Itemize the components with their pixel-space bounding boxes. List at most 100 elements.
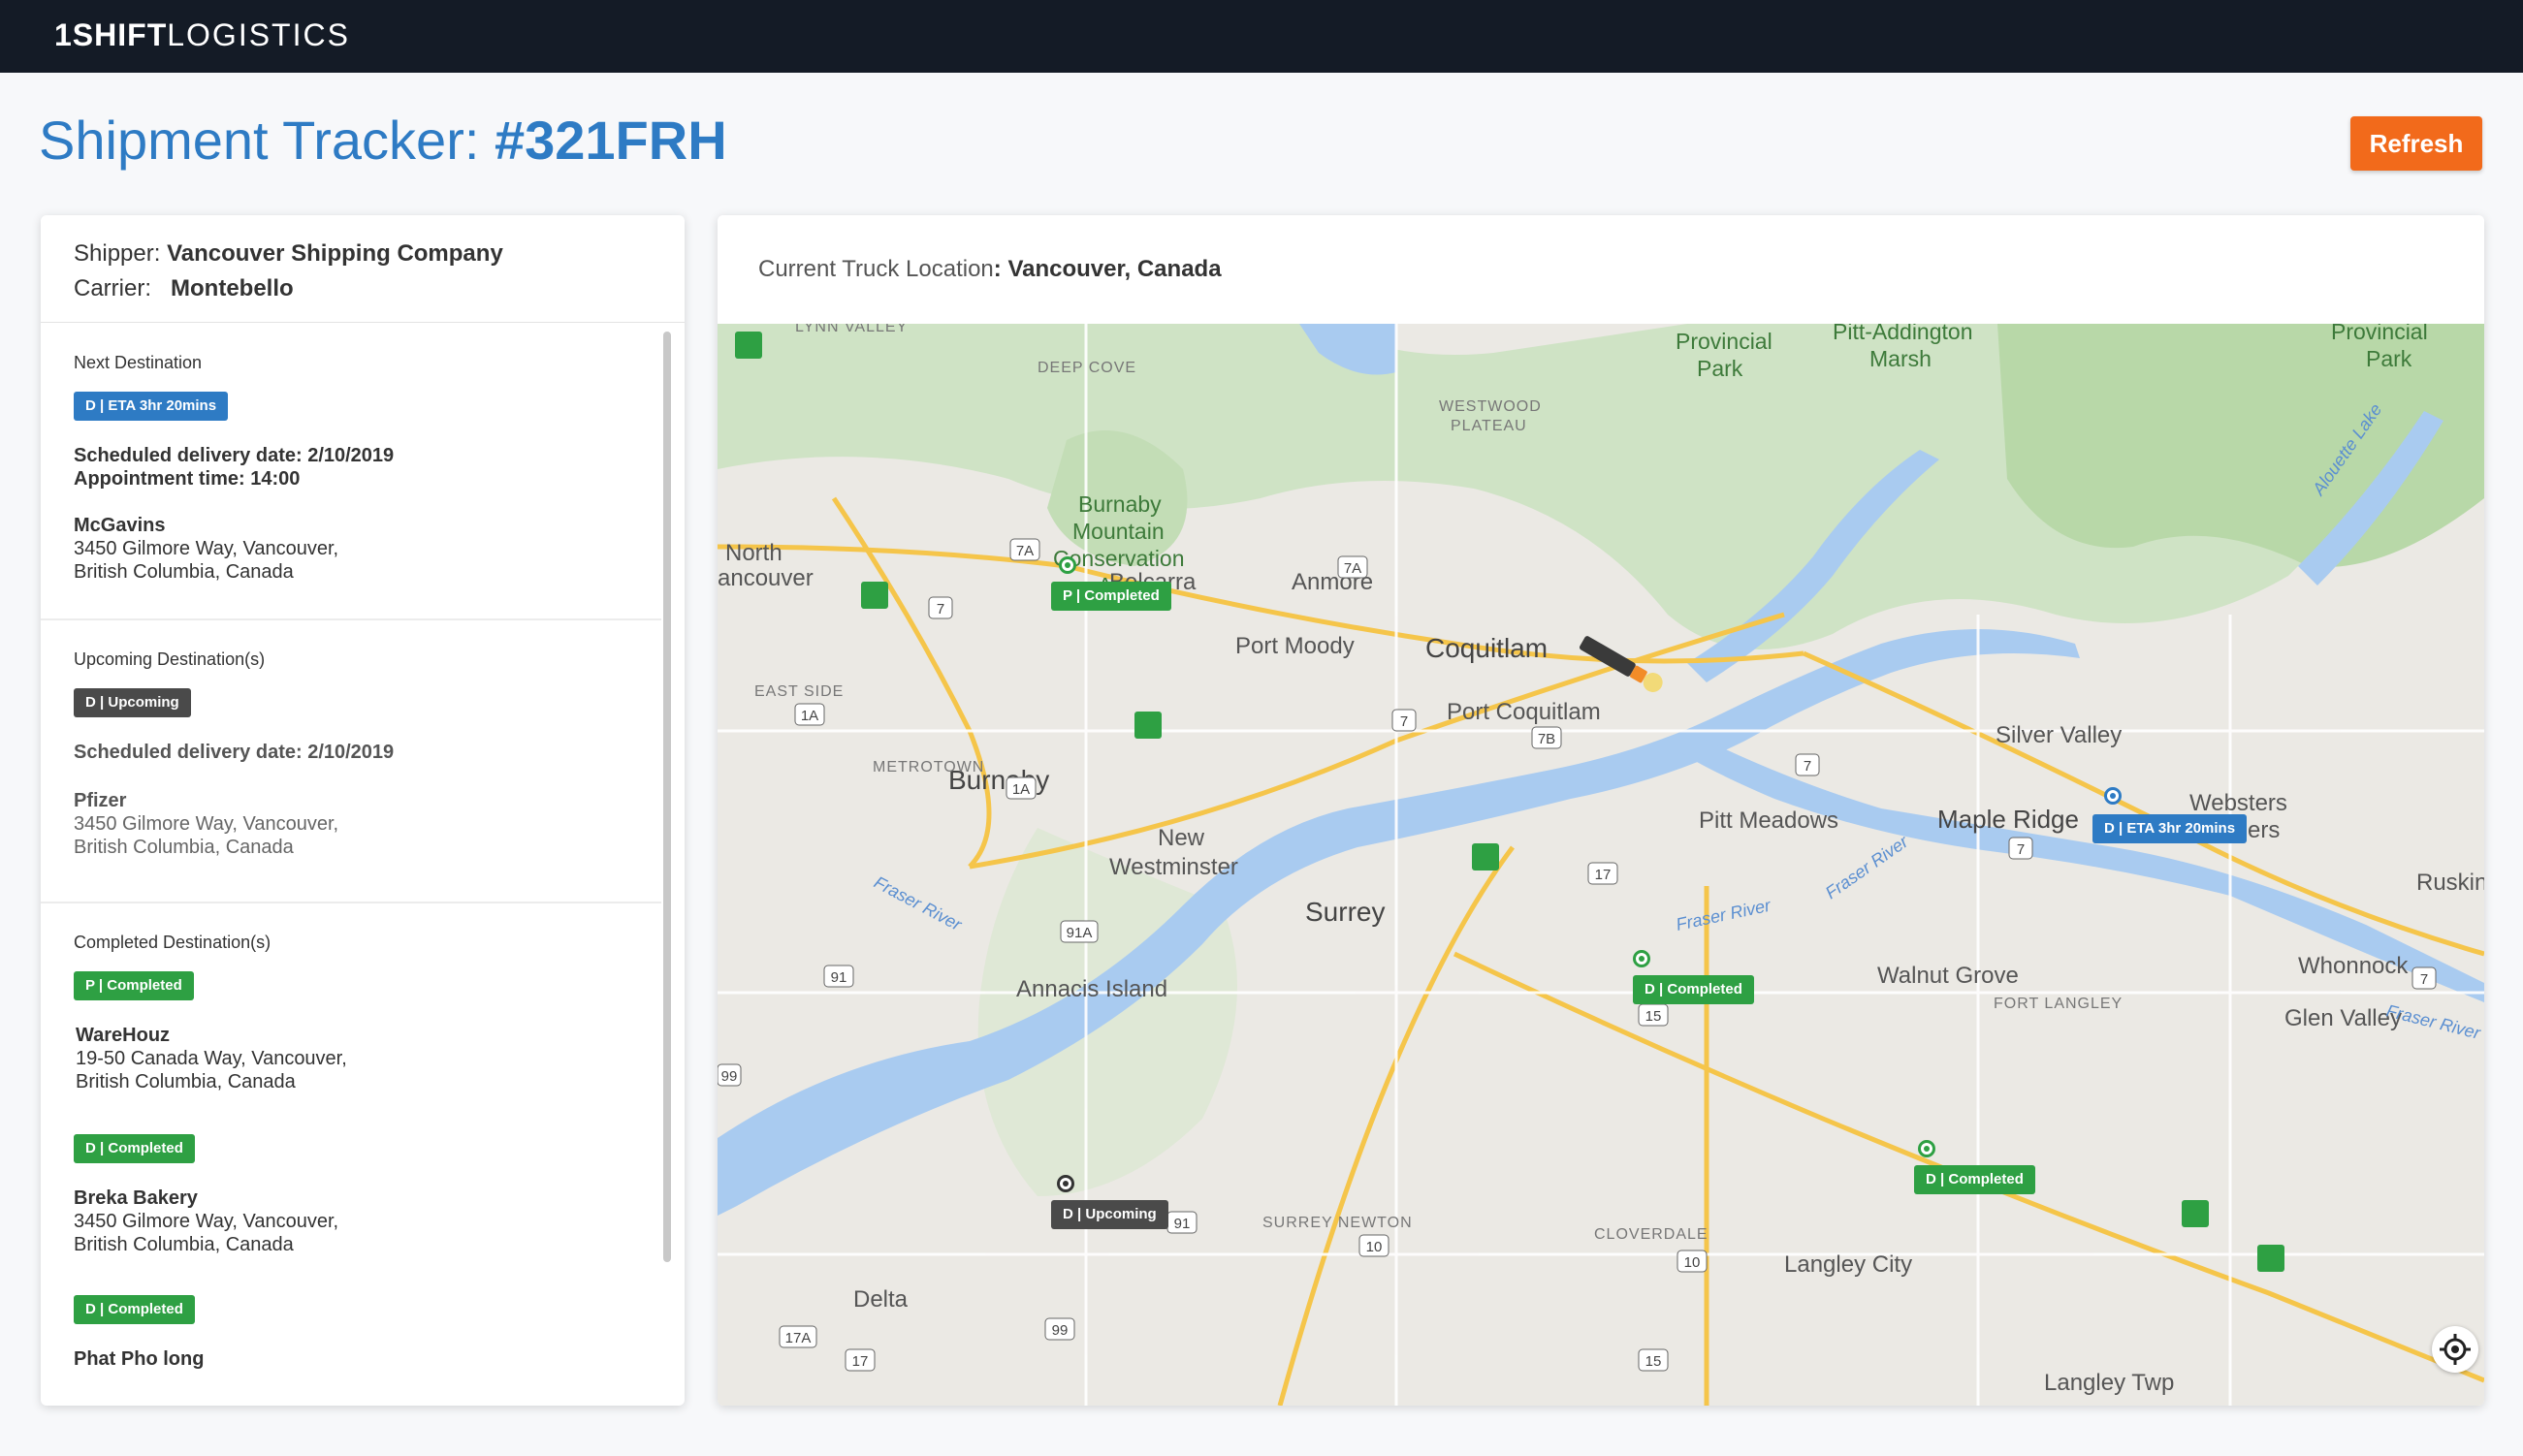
route-shield-label: 1A [1012,781,1030,798]
brand-logo[interactable]: 1SHIFTLOGISTICS [54,17,350,53]
place-label: Surrey [1305,897,1385,927]
map-marker-pin[interactable] [1057,1175,1074,1192]
map-marker-pin[interactable] [1918,1140,1935,1157]
eta-badge: D | ETA 3hr 20mins [74,392,229,421]
district-label: EAST SIDE [754,683,844,700]
divider [41,902,661,903]
map-marker-pin[interactable] [2104,787,2122,805]
destination-address-line2: British Columbia, Canada [74,1234,294,1255]
park-label: Pitt-Addington [1833,324,1972,344]
route-shield: 17 [845,1348,876,1372]
place-label: New [1158,825,1205,851]
section-title: Upcoming Destination(s) [74,649,266,669]
completed-badge: D | Completed [74,1134,195,1163]
park-icon [735,332,762,359]
place-label: Maple Ridge [1937,805,2079,834]
route-shield: 99 [1044,1317,1075,1341]
route-shield-label: 1A [801,708,818,724]
page-title-prefix: Shipment Tracker: [39,110,495,171]
current-location: Current Truck Location: Vancouver, Canad… [758,256,1222,283]
refresh-button[interactable]: Refresh [2350,116,2482,171]
route-shield: 15 [1638,1348,1669,1372]
place-label: Coquitlam [1425,633,1548,663]
place-label: Port Moody [1235,633,1355,659]
route-shield-label: 10 [1684,1254,1701,1271]
route-shield-label: 10 [1366,1239,1383,1255]
panel-scrollbar[interactable] [663,332,671,1262]
upcoming-badge: D | Upcoming [74,688,191,717]
destination-address-line2: British Columbia, Canada [74,561,294,583]
park-icon [1472,843,1499,870]
map-marker-badge[interactable]: D | ETA 3hr 20mins [2092,814,2248,843]
next-destination-section: Next Destination D | ETA 3hr 20mins Sche… [41,322,661,583]
park-icon [1134,712,1162,739]
place-label: North [725,540,782,566]
carrier-row: Carrier: Montebello [74,275,294,302]
route-shield: 7A [1009,538,1040,561]
district-label: DEEP COVE [1038,360,1136,376]
destination-address-line2: British Columbia, Canada [74,837,294,858]
place-label: Walnut Grove [1877,963,2019,989]
route-shield: 7 [2411,966,2437,990]
destination-name: McGavins [74,515,166,536]
route-shield: 91A [1060,920,1099,943]
delivery-date: Scheduled delivery date: 2/10/2019 [74,742,395,763]
map-marker-badge[interactable]: P | Completed [1051,582,1171,611]
route-shield-label: 7 [1400,713,1408,730]
destination-name: Breka Bakery [74,1187,198,1209]
route-shield: 7B [1531,726,1562,749]
park-label: Mountain [1072,519,1165,544]
district-label: WESTWOOD [1439,398,1542,415]
shipment-details-panel: Shipper: Vancouver Shipping Company Carr… [41,215,685,1406]
place-label: Langley City [1784,1251,1912,1278]
route-shield-label: 17 [852,1353,869,1370]
place-label: Pitt Meadows [1699,807,1838,834]
route-shield-label: 7 [2420,971,2428,988]
location-label: Current Truck Location [758,256,994,282]
route-shield: 1A [1006,776,1037,800]
map-view[interactable]: North ancouver Belcarra Anmore Port Mood… [718,319,2484,1406]
destination-name: Phat Pho long [74,1348,205,1370]
route-shield: 17A [779,1325,817,1348]
district-label: FORT LANGLEY [1994,996,2123,1012]
map-marker-badge[interactable]: D | Completed [1914,1165,2035,1194]
district-label: METROTOWN [873,759,984,775]
route-shield: 7 [1795,753,1820,776]
map-header: Current Truck Location: Vancouver, Canad… [718,215,2484,324]
section-title: Completed Destination(s) [74,933,271,952]
district-label: PLATEAU [1451,418,1527,434]
park-label: Park [1697,356,1743,381]
route-shield-label: 7 [1804,758,1811,775]
place-label: ancouver [718,565,814,591]
map-marker-badge[interactable]: D | Completed [1633,975,1754,1004]
district-label: SURREY NEWTON [1262,1215,1413,1231]
destination-address-line1: 19-50 Canada Way, Vancouver, [76,1048,347,1069]
destination-name: Pfizer [74,790,127,811]
route-shield-label: 7A [1016,543,1034,559]
route-shield: 7 [928,596,953,619]
destination-name: WareHouz [76,1025,171,1046]
route-shield: 99 [718,1063,742,1087]
locate-me-button[interactable] [2432,1326,2478,1373]
crosshair-icon [2440,1334,2471,1365]
park-icon [2182,1200,2209,1227]
route-shield-label: 17A [785,1330,812,1346]
map-marker-pin[interactable] [1633,950,1650,967]
brand-logo-light: LOGISTICS [167,17,350,52]
route-shield: 10 [1358,1234,1389,1257]
route-shield: 91 [823,965,854,988]
map-marker-pin[interactable] [1059,556,1076,574]
park-label: Burnaby [1078,491,1162,517]
park-label: Provincial [1676,329,1772,354]
map-marker-badge[interactable]: D | Upcoming [1051,1200,1168,1229]
park-label: Provincial [2331,324,2428,344]
place-label: Annacis Island [1016,976,1167,1002]
place-label: Port Coquitlam [1447,699,1601,725]
location-value: : Vancouver, Canada [993,256,1222,282]
route-shield: 1A [794,703,825,726]
top-nav-bar: 1SHIFTLOGISTICS [0,0,2523,73]
page-title: Shipment Tracker: #321FRH [39,109,727,172]
route-shield-label: 91 [1174,1216,1191,1232]
route-shield-label: 99 [1052,1322,1069,1339]
route-shield-label: 15 [1645,1008,1662,1025]
